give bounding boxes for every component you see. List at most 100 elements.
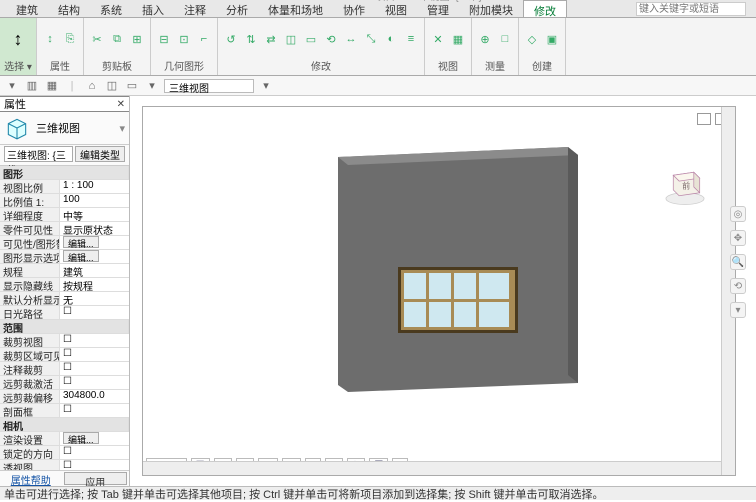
property-edit-button[interactable]: 编辑... [63,432,99,444]
view-go-icon[interactable]: ▾ [258,78,274,94]
tab-结构[interactable]: 结构 [48,0,90,17]
grid-icon[interactable]: ▦ [44,78,60,94]
viewport-3d[interactable]: 前 1 : 100☐⊞✕◧☼◐⤢✎☰< ◎ ✥ 🔍 ⟲ ▾ [130,96,756,486]
ribbon-tool-icon[interactable]: ✕ [429,30,447,48]
property-value[interactable]: 建筑 [60,264,129,277]
view-cube[interactable]: 前 [663,162,707,206]
current-view-field[interactable]: 三维视图 [164,79,254,93]
tab-建筑[interactable]: 建筑 [6,0,48,17]
property-value[interactable]: 编辑... [60,250,129,263]
property-value[interactable]: ☐ [60,376,129,389]
property-group-header: 范围 [0,320,129,333]
property-edit-button[interactable]: 编辑... [63,236,99,248]
modify-tool[interactable]: ↕ [4,25,32,53]
ribbon-tool-icon[interactable]: ◫ [282,30,300,48]
property-value[interactable]: 编辑... [60,432,129,445]
property-key: 远剪裁偏移 [0,390,60,403]
property-value[interactable]: ☐ [60,348,129,361]
instance-selector[interactable]: 三维视图: {三维} [4,146,73,162]
property-value[interactable]: 按规程 [60,278,129,291]
property-key: 注释裁剪 [0,362,60,375]
nav-more-icon[interactable]: ▾ [730,302,746,318]
ribbon-tool-icon[interactable]: ⟲ [322,30,340,48]
tab-分析[interactable]: 分析 [216,0,258,17]
ribbon-tool-icon[interactable]: ⤡ [362,30,380,48]
ribbon-tool-icon[interactable]: ↔ [342,30,360,48]
type-selector[interactable]: 三维视图 ▾ [0,112,129,145]
property-value[interactable]: ☐ [60,362,129,375]
tab-协作[interactable]: 协作 [333,0,375,17]
ribbon-group-label: 修改 [311,58,331,73]
tab-系统[interactable]: 系统 [90,0,132,17]
ribbon-tool-icon[interactable]: ✂ [88,30,106,48]
steering-wheel-icon[interactable]: ◎ [730,206,746,222]
min-view-icon[interactable] [697,113,711,125]
property-key: 图形显示选项 [0,250,60,263]
property-value[interactable]: 编辑... [60,236,129,249]
properties-list: 图形视图比例1 : 100比例值 1:100详细程度中等零件可见性显示原状态可见… [0,166,129,470]
ribbon-tool-icon[interactable]: ◐ [382,30,400,48]
tab-管理[interactable]: 管理 [417,0,459,17]
ribbon-tool-icon[interactable]: ▭ [302,30,320,48]
zoom-icon[interactable]: 🔍 [730,254,746,270]
tab-附加模块[interactable]: 附加模块 [459,0,523,17]
ribbon-tool-icon[interactable]: ⊡ [175,30,193,48]
ribbon-tool-icon[interactable]: ▦ [449,30,467,48]
filter-icon[interactable]: ▥ [24,78,40,94]
property-value[interactable]: ☐ [60,334,129,347]
property-value[interactable]: 100 [60,194,129,207]
view-ctrl-icon[interactable]: ▭ [124,78,140,94]
property-value[interactable]: ☐ [60,306,129,319]
svg-text:前: 前 [682,180,690,190]
pan-icon[interactable]: ✥ [730,230,746,246]
ribbon-tool-icon[interactable]: ⊞ [128,30,146,48]
ribbon-tool-icon[interactable]: ⎘ [61,30,79,48]
property-group-header: 图形 [0,166,129,179]
close-icon[interactable]: ✕ [117,99,125,110]
tab-视图[interactable]: 视图 [375,0,417,17]
ribbon-group-label: 创建 [532,58,552,73]
ribbon-tool-icon[interactable]: ↺ [222,30,240,48]
property-value[interactable]: ☐ [60,446,129,459]
ribbon-tool-icon[interactable]: ◇ [523,30,541,48]
view-nav-icon[interactable]: ◫ [104,78,120,94]
edit-type-button[interactable]: 编辑类型 [75,146,125,162]
ribbon-tool-icon[interactable]: ▣ [543,30,561,48]
ribbon-tool-icon[interactable]: ⇅ [242,30,260,48]
scrollbar-horizontal[interactable] [143,461,721,475]
property-value[interactable]: 304800.0 [60,390,129,403]
ribbon-tool-icon[interactable]: ⊕ [476,30,494,48]
tab-修改[interactable]: 修改 [523,0,567,17]
property-value[interactable]: 中等 [60,208,129,221]
wall-model[interactable] [338,147,578,392]
property-value[interactable]: 无 [60,292,129,305]
orbit-icon[interactable]: ⟲ [730,278,746,294]
status-bar: 单击可进行选择; 按 Tab 键并单击可选择其他项目; 按 Ctrl 键并单击可… [0,486,756,500]
navigation-bar: ◎ ✥ 🔍 ⟲ ▾ [728,206,748,318]
ribbon-tool-icon[interactable]: ⧉ [108,30,126,48]
tab-注释[interactable]: 注释 [174,0,216,17]
home-icon[interactable]: ⌂ [84,78,100,94]
ribbon-tool-icon[interactable]: ≡ [402,30,420,48]
ribbon-tool-icon[interactable]: ↕ [41,30,59,48]
modify-dropdown[interactable]: ▾ [4,78,20,94]
property-key: 日光路径 [0,306,60,319]
apply-button[interactable]: 应用 [64,472,128,485]
property-value[interactable]: 1 : 100 [60,180,129,193]
view-dropdown[interactable]: ▾ [144,78,160,94]
property-edit-button[interactable]: 编辑... [63,250,99,262]
property-value[interactable]: ☐ [60,460,129,470]
property-value[interactable]: 显示原状态 [60,222,129,235]
ribbon-tool-icon[interactable]: ⇄ [262,30,280,48]
ribbon-tool-icon[interactable]: ⌐ [195,30,213,48]
property-value[interactable]: ☐ [60,404,129,417]
drawing-canvas[interactable]: 前 1 : 100☐⊞✕◧☼◐⤢✎☰< [142,106,736,476]
properties-help-link[interactable]: 属性帮助 [0,471,62,486]
ribbon-tool-icon[interactable]: □ [496,30,514,48]
search-input[interactable] [636,2,746,16]
tab-插入[interactable]: 插入 [132,0,174,17]
ribbon-tool-icon[interactable]: ⊟ [155,30,173,48]
ribbon-group-属性: ↕⎘属性 [37,18,84,75]
type-dropdown-icon[interactable]: ▾ [119,122,125,135]
tab-体量和场地[interactable]: 体量和场地 [258,0,333,17]
